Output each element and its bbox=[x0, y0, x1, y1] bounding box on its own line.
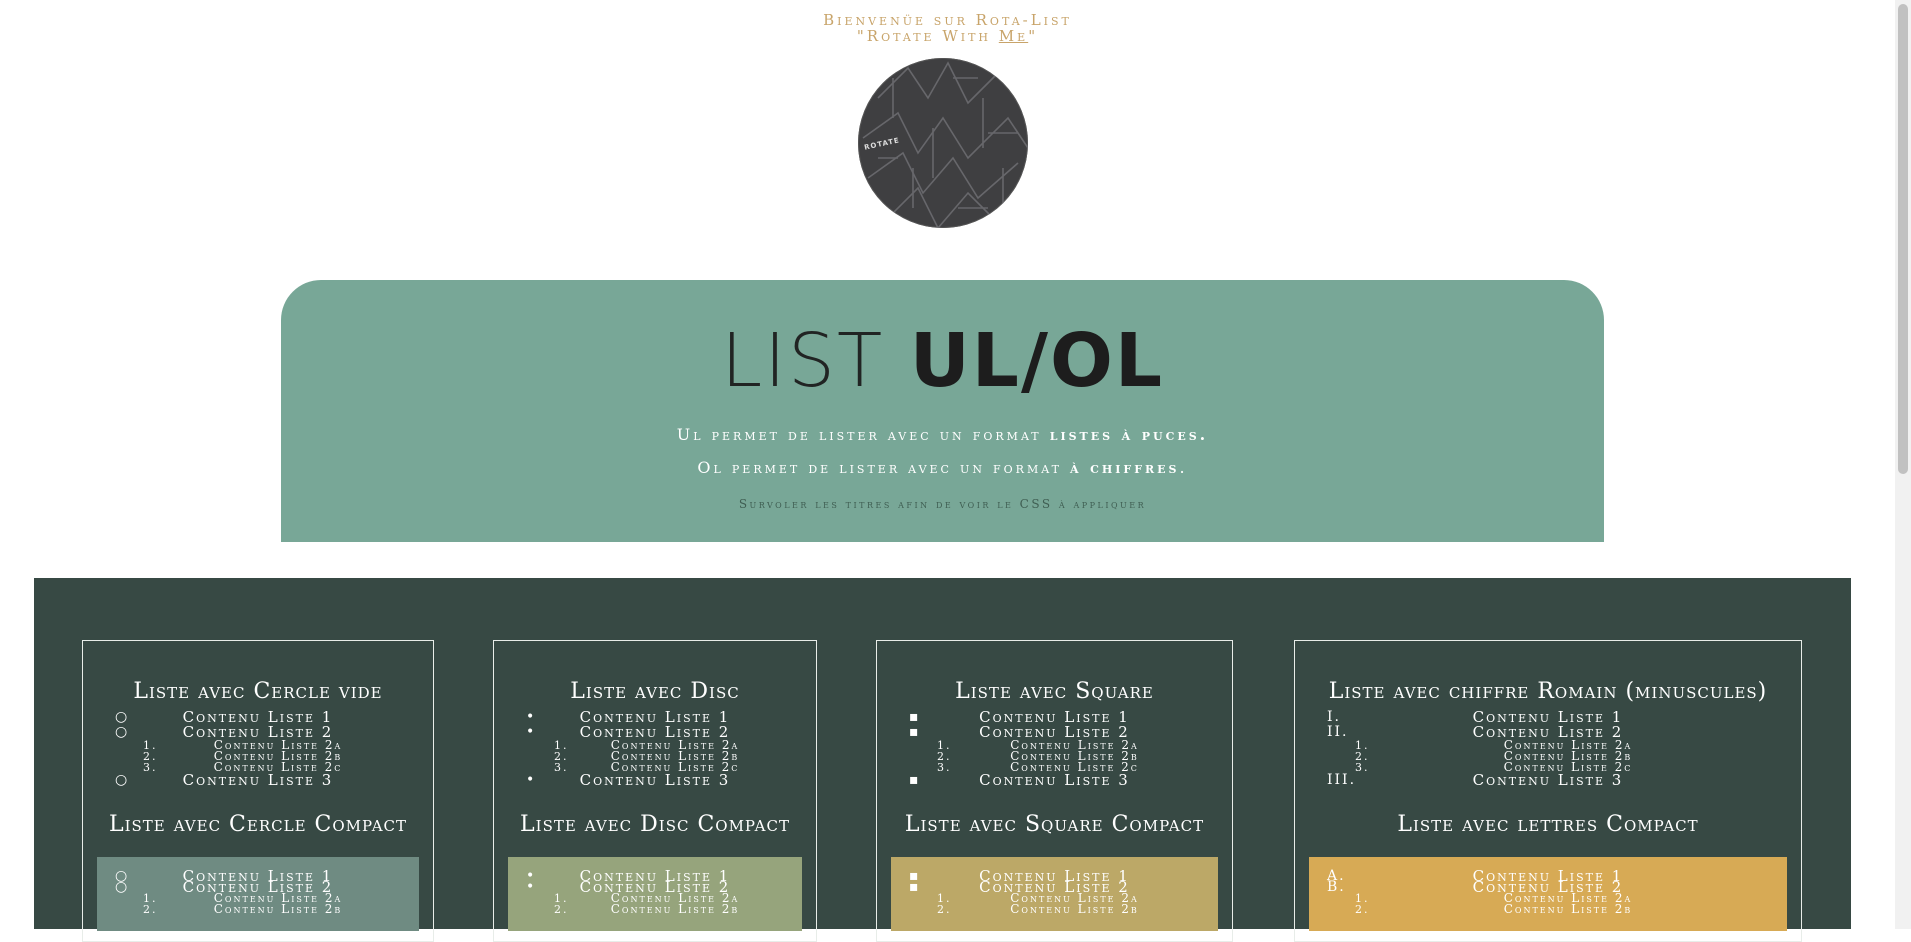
hero-line-ol-text: Ol permet de lister avec un format bbox=[697, 458, 1070, 477]
compact-box: A. Contenu Liste 1 B. Contenu Liste 2 1. Co… bbox=[1309, 857, 1787, 931]
card-disc: Liste avec Disc • Contenu Liste 1 • Conten… bbox=[493, 640, 817, 942]
tagline-pre: "Rotate With bbox=[856, 27, 999, 45]
list-stage: Liste avec Cercle vide ○ Contenu Liste 1 … bbox=[34, 578, 1851, 942]
bullet-circle-icon: ○ bbox=[115, 879, 130, 895]
bullet-square-icon: ▪ bbox=[909, 724, 921, 740]
letter-marker: B. bbox=[1327, 879, 1346, 895]
list-item-text: Contenu Liste 3 bbox=[579, 771, 731, 789]
list-item-text: Contenu Liste 3 bbox=[182, 771, 334, 789]
card-title[interactable]: Liste avec Square bbox=[877, 679, 1232, 704]
hero-title-light: LIST bbox=[720, 318, 910, 404]
hero-line-ol-bold: à chiffres bbox=[1070, 458, 1180, 477]
number-marker: 3. bbox=[143, 761, 158, 774]
compact-list: A. Contenu Liste 1 B. Contenu Liste 2 1. Co… bbox=[1309, 869, 1787, 916]
compact-list: • Contenu Liste 1 • Contenu Liste 2 1. Cont… bbox=[508, 869, 802, 916]
list-subitem: 2. Contenu Liste 2b bbox=[1309, 902, 1787, 916]
bullet-disc-icon: • bbox=[526, 772, 537, 788]
list-item-text: Contenu Liste 2b bbox=[610, 902, 740, 916]
number-marker: 3. bbox=[1355, 761, 1370, 774]
card-title[interactable]: Liste avec chiffre Romain (minuscules) bbox=[1295, 679, 1801, 704]
card-square: Liste avec Square ▪ Contenu Liste 1 ▪ Cont… bbox=[876, 640, 1233, 942]
list-item-text: Contenu Liste 2b bbox=[213, 902, 343, 916]
compact-list: ○ Contenu Liste 1 ○ Contenu Liste 2 1. Cont… bbox=[97, 869, 419, 916]
roman-marker: I. bbox=[1327, 709, 1341, 725]
bullet-disc-icon: • bbox=[526, 709, 537, 725]
scrollbar-thumb[interactable] bbox=[1898, 4, 1908, 474]
card-compact-title[interactable]: Liste avec lettres Compact bbox=[1295, 812, 1801, 837]
hero-title: LIST UL/OL bbox=[281, 280, 1604, 400]
bullet-square-icon: ▪ bbox=[909, 709, 921, 725]
list-item-text: Contenu Liste 2b bbox=[1503, 902, 1633, 916]
card-compact-title[interactable]: Liste avec Disc Compact bbox=[494, 812, 816, 837]
hero-line-ul: Ul permet de lister avec un format liste… bbox=[281, 425, 1604, 444]
compact-box: ○ Contenu Liste 1 ○ Contenu Liste 2 1. Cont… bbox=[97, 857, 419, 931]
page-greeting: Bienvenüe sur Rota-List "Rotate With Me" bbox=[0, 12, 1895, 44]
list-item: • Contenu Liste 3 bbox=[494, 773, 816, 788]
list-item: ▪ Contenu Liste 3 bbox=[877, 773, 1232, 788]
bullet-circle-icon: ○ bbox=[115, 724, 130, 740]
list-subitem: 2. Contenu Liste 2b bbox=[97, 902, 419, 916]
list-item-text: Contenu Liste 3 bbox=[1472, 771, 1624, 789]
compact-list: ▪ Contenu Liste 1 ▪ Contenu Liste 2 1. Cont… bbox=[891, 869, 1218, 916]
roman-marker: III. bbox=[1327, 772, 1357, 788]
bullet-disc-icon: • bbox=[526, 879, 537, 895]
hero-line-ul-text: Ul permet de lister avec un format bbox=[676, 425, 1050, 444]
bullet-square-icon: ▪ bbox=[909, 879, 921, 895]
list-circle: ○ Contenu Liste 1 ○ Contenu Liste 2 1. Cont… bbox=[83, 710, 433, 788]
list-item-text: Contenu Liste 3 bbox=[979, 771, 1130, 789]
page-scrollbar[interactable] bbox=[1895, 0, 1911, 929]
number-marker: 3. bbox=[554, 761, 569, 774]
card-title[interactable]: Liste avec Disc bbox=[494, 679, 816, 704]
hero-line-ol: Ol permet de lister avec un format à chi… bbox=[281, 458, 1604, 477]
welcome-text: Bienvenüe sur Rota-List bbox=[823, 11, 1072, 29]
hero-line-ol-post: . bbox=[1179, 458, 1188, 477]
card-roman: Liste avec chiffre Romain (minuscules) I… bbox=[1294, 640, 1802, 942]
number-marker: 3. bbox=[937, 761, 952, 774]
list-item: III. Contenu Liste 3 bbox=[1295, 773, 1801, 788]
tagline-me-link[interactable]: Me bbox=[999, 27, 1028, 45]
hero-panel: LIST UL/OL Ul permet de lister avec un f… bbox=[281, 280, 1604, 542]
bullet-circle-icon: ○ bbox=[115, 772, 130, 788]
tagline: "Rotate With Me" bbox=[0, 28, 1895, 44]
compact-box: ▪ Contenu Liste 1 ▪ Contenu Liste 2 1. Cont… bbox=[891, 857, 1218, 931]
list-item-text: Contenu Liste 2b bbox=[1010, 902, 1139, 916]
tagline-post: " bbox=[1028, 27, 1039, 45]
list-roman: I. Contenu Liste 1 II. Contenu Liste 2 1. C… bbox=[1295, 710, 1801, 788]
roman-marker: II. bbox=[1327, 724, 1349, 740]
list-item: ○ Contenu Liste 3 bbox=[83, 773, 433, 788]
hero-title-bold: UL/OL bbox=[909, 318, 1165, 404]
compact-box: • Contenu Liste 1 • Contenu Liste 2 1. Cont… bbox=[508, 857, 802, 931]
card-title[interactable]: Liste avec Cercle vide bbox=[83, 679, 433, 704]
list-disc: • Contenu Liste 1 • Contenu Liste 2 1. Cont… bbox=[494, 710, 816, 788]
card-compact-title[interactable]: Liste avec Cercle Compact bbox=[83, 812, 433, 837]
number-marker: 2. bbox=[554, 903, 569, 916]
number-marker: 2. bbox=[937, 903, 952, 916]
list-subitem: 2. Contenu Liste 2b bbox=[891, 902, 1218, 916]
list-square: ▪ Contenu Liste 1 ▪ Contenu Liste 2 1. Cont… bbox=[877, 710, 1232, 788]
rotate-logo[interactable]: ROTATE bbox=[858, 58, 1028, 228]
bullet-circle-icon: ○ bbox=[115, 709, 130, 725]
hero-line-ul-bold: listes à puces. bbox=[1049, 425, 1209, 444]
hero-hint: Survoler les titres afin de voir le CSS … bbox=[738, 497, 1147, 511]
number-marker: 2. bbox=[1355, 903, 1370, 916]
bullet-square-icon: ▪ bbox=[909, 772, 921, 788]
bullet-disc-icon: • bbox=[526, 724, 537, 740]
list-subitem: 2. Contenu Liste 2b bbox=[508, 902, 802, 916]
number-marker: 2. bbox=[143, 903, 158, 916]
card-compact-title[interactable]: Liste avec Square Compact bbox=[877, 812, 1232, 837]
card-circle: Liste avec Cercle vide ○ Contenu Liste 1 … bbox=[82, 640, 434, 942]
